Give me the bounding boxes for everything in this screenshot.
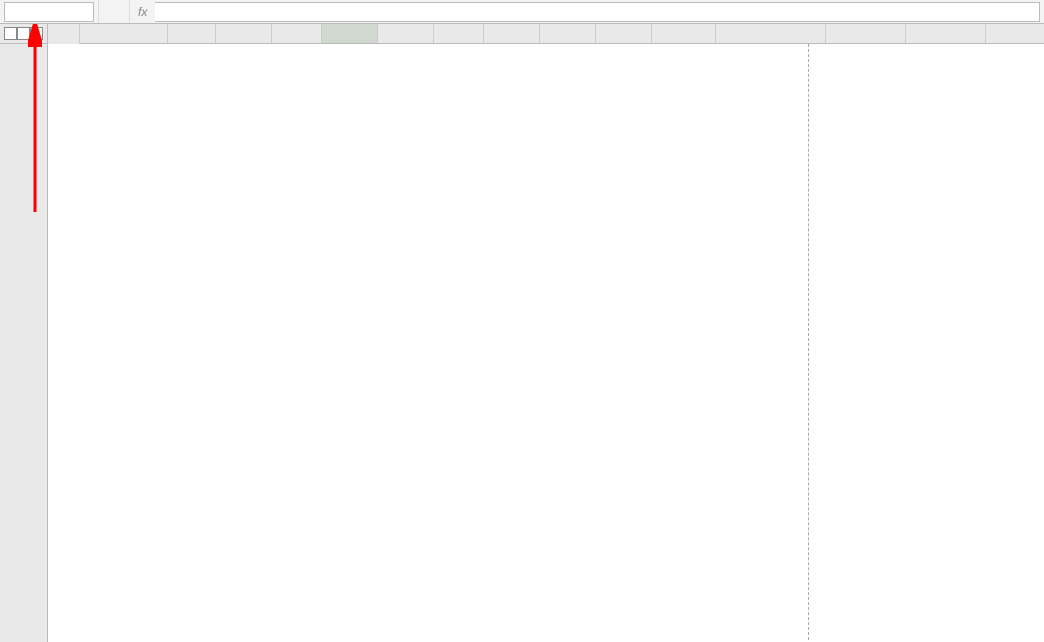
select-all-corner[interactable] — [48, 24, 80, 44]
col-header-A[interactable] — [80, 24, 168, 43]
column-headers — [48, 24, 1044, 44]
col-header-J[interactable] — [596, 24, 652, 43]
col-header-I[interactable] — [540, 24, 596, 43]
col-header-L[interactable] — [716, 24, 826, 43]
col-header-D[interactable] — [272, 24, 322, 43]
col-header-M[interactable] — [826, 24, 906, 43]
col-header-F[interactable] — [378, 24, 434, 43]
outline-level-1[interactable] — [4, 27, 17, 40]
annotation-arrow — [28, 24, 42, 214]
page-break-line — [808, 44, 809, 640]
formula-input[interactable] — [155, 2, 1040, 22]
col-header-G[interactable] — [434, 24, 484, 43]
formula-bar: fx — [0, 0, 1044, 24]
name-box[interactable] — [4, 2, 94, 22]
col-header-C[interactable] — [216, 24, 272, 43]
col-header-H[interactable] — [484, 24, 540, 43]
grid-area — [48, 24, 1044, 642]
col-header-K[interactable] — [652, 24, 716, 43]
formula-bar-icons — [98, 0, 130, 23]
fx-icon[interactable]: fx — [130, 5, 155, 19]
spreadsheet-area — [0, 24, 1044, 642]
col-header-B[interactable] — [168, 24, 216, 43]
col-header-N[interactable] — [906, 24, 986, 43]
col-header-E[interactable] — [322, 24, 378, 43]
